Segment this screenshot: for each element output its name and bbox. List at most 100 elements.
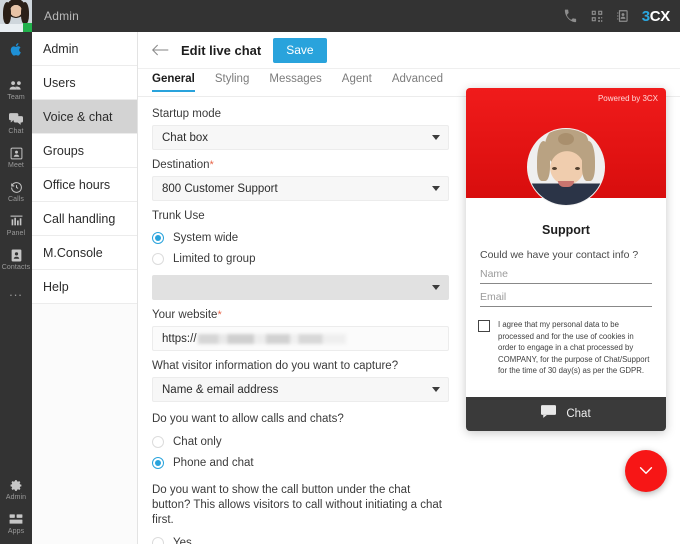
- rail-label-meet: Meet: [8, 162, 24, 169]
- rail-item-calls[interactable]: Calls: [0, 174, 32, 208]
- nav-item-voice-and-chat[interactable]: Voice & chat: [32, 100, 137, 134]
- calls-icon: [10, 180, 23, 194]
- nav-item-help[interactable]: Help: [32, 270, 137, 304]
- allow-calls-option-chat-only[interactable]: Chat only: [152, 431, 449, 452]
- capture-value: Name & email address: [162, 383, 279, 396]
- trunk-option-system-wide[interactable]: System wide: [152, 227, 449, 248]
- qr-code-icon[interactable]: [590, 9, 604, 23]
- allow-calls-label-phone-and-chat: Phone and chat: [173, 456, 254, 469]
- widget-email-input[interactable]: Email: [480, 291, 652, 307]
- nav-label-users: Users: [43, 75, 76, 90]
- nav-item-office-hours[interactable]: Office hours: [32, 168, 137, 202]
- rail-item-apps[interactable]: Apps: [0, 506, 32, 540]
- rail-more-icon[interactable]: ...: [9, 276, 23, 307]
- nav-empty-area: [32, 304, 137, 544]
- panel-icon: [10, 214, 23, 228]
- nav-item-groups[interactable]: Groups: [32, 134, 137, 168]
- address-book-icon[interactable]: [616, 9, 630, 23]
- tab-label-advanced: Advanced: [391, 73, 443, 85]
- widget-chat-button[interactable]: Chat: [466, 397, 666, 431]
- website-label-text: Your website: [152, 309, 218, 321]
- contacts-icon: [11, 248, 22, 262]
- tab-label-styling: Styling: [214, 73, 250, 85]
- tab-messages[interactable]: Messages: [269, 69, 321, 91]
- website-label: Your website*: [152, 309, 449, 321]
- tab-label-agent: Agent: [341, 73, 372, 85]
- radio-call-button-yes[interactable]: [152, 536, 164, 544]
- avatar-hair-left: [3, 2, 11, 24]
- startup-mode-select[interactable]: Chat box: [152, 125, 449, 150]
- tab-advanced[interactable]: Advanced: [392, 69, 443, 91]
- website-value-redacted: [197, 333, 346, 344]
- team-icon: [9, 78, 23, 92]
- meet-icon: [10, 146, 23, 160]
- phone-icon[interactable]: [563, 9, 578, 24]
- brand-3: 3: [641, 7, 650, 25]
- general-settings-form: Startup mode Chat box Destination* 800 C…: [138, 98, 463, 544]
- chat-bubble-icon: [541, 405, 557, 423]
- rail-item-meet[interactable]: Meet: [0, 140, 32, 174]
- widget-toggle-fab[interactable]: [625, 450, 667, 492]
- user-avatar[interactable]: [0, 0, 32, 32]
- destination-value: 800 Customer Support: [162, 182, 278, 195]
- tab-label-general: General: [152, 73, 195, 85]
- chevron-down-icon: [432, 135, 440, 140]
- destination-label: Destination*: [152, 159, 449, 171]
- chevron-down-icon: [432, 387, 440, 392]
- tab-general[interactable]: General: [152, 69, 195, 92]
- top-bar-actions: 3CX: [563, 8, 680, 25]
- page-title: Edit live chat: [181, 42, 262, 58]
- rail-label-team: Team: [7, 94, 25, 101]
- agent-hair-left: [537, 141, 550, 181]
- tab-styling[interactable]: Styling: [215, 69, 250, 91]
- trunk-use-label: Trunk Use: [152, 210, 205, 222]
- nav-label-help: Help: [43, 279, 69, 294]
- radio-limited-to-group[interactable]: [152, 252, 164, 265]
- nav-item-admin[interactable]: Admin: [32, 32, 137, 66]
- online-status-indicator: [23, 23, 32, 32]
- website-input[interactable]: https://: [152, 326, 449, 351]
- tab-agent[interactable]: Agent: [342, 69, 372, 91]
- radio-chat-only[interactable]: [152, 435, 164, 448]
- rail-item-team[interactable]: Team: [0, 72, 32, 106]
- destination-select[interactable]: 800 Customer Support: [152, 176, 449, 201]
- apple-logo[interactable]: [0, 32, 32, 66]
- startup-mode-label: Startup mode: [152, 108, 222, 120]
- gdpr-checkbox[interactable]: [478, 320, 490, 332]
- avatar-hair-right: [21, 2, 29, 24]
- back-arrow-icon[interactable]: [152, 43, 169, 57]
- gear-icon: [10, 478, 23, 492]
- rail-item-admin[interactable]: Admin: [0, 472, 32, 506]
- required-asterisk: *: [217, 309, 222, 321]
- save-button[interactable]: Save: [273, 37, 327, 63]
- top-bar-title: Admin: [44, 9, 80, 23]
- radio-system-wide[interactable]: [152, 231, 164, 244]
- nav-label-admin: Admin: [43, 41, 79, 56]
- chevron-down-icon: [639, 462, 653, 480]
- trunk-option-limited-to-group[interactable]: Limited to group: [152, 248, 449, 269]
- nav-item-call-handling[interactable]: Call handling: [32, 202, 137, 236]
- nav-label-groups: Groups: [43, 143, 84, 158]
- call-button-option-yes[interactable]: Yes: [152, 532, 449, 544]
- rail-item-panel[interactable]: Panel: [0, 208, 32, 242]
- allow-calls-option-phone-and-chat[interactable]: Phone and chat: [152, 452, 449, 473]
- nav-item-m-console[interactable]: M.Console: [32, 236, 137, 270]
- chevron-down-icon: [432, 186, 440, 191]
- widget-name-input[interactable]: Name: [480, 268, 652, 284]
- widget-gdpr-row: I agree that my personal data to be proc…: [466, 307, 666, 377]
- capture-select[interactable]: Name & email address: [152, 377, 449, 402]
- nav-label-voice-and-chat: Voice & chat: [43, 109, 113, 124]
- rail-item-contacts[interactable]: Contacts: [0, 242, 32, 276]
- rail-label-admin: Admin: [5, 494, 27, 501]
- widget-hero: Powered by 3CX: [466, 88, 666, 206]
- rail-label-chat: Chat: [8, 128, 24, 135]
- edit-header: Edit live chat Save: [138, 32, 680, 69]
- widget-powered-by: Powered by 3CX: [597, 94, 658, 103]
- rail-item-chat[interactable]: Chat: [0, 106, 32, 140]
- agent-eye-left: [552, 167, 557, 170]
- nav-item-users[interactable]: Users: [32, 66, 137, 100]
- agent-avatar: [527, 128, 605, 206]
- agent-hair-right: [582, 141, 595, 181]
- app-root: Admin 3CX Team Chat Meet Calls Panel Con…: [0, 0, 680, 544]
- radio-phone-and-chat[interactable]: [152, 456, 164, 469]
